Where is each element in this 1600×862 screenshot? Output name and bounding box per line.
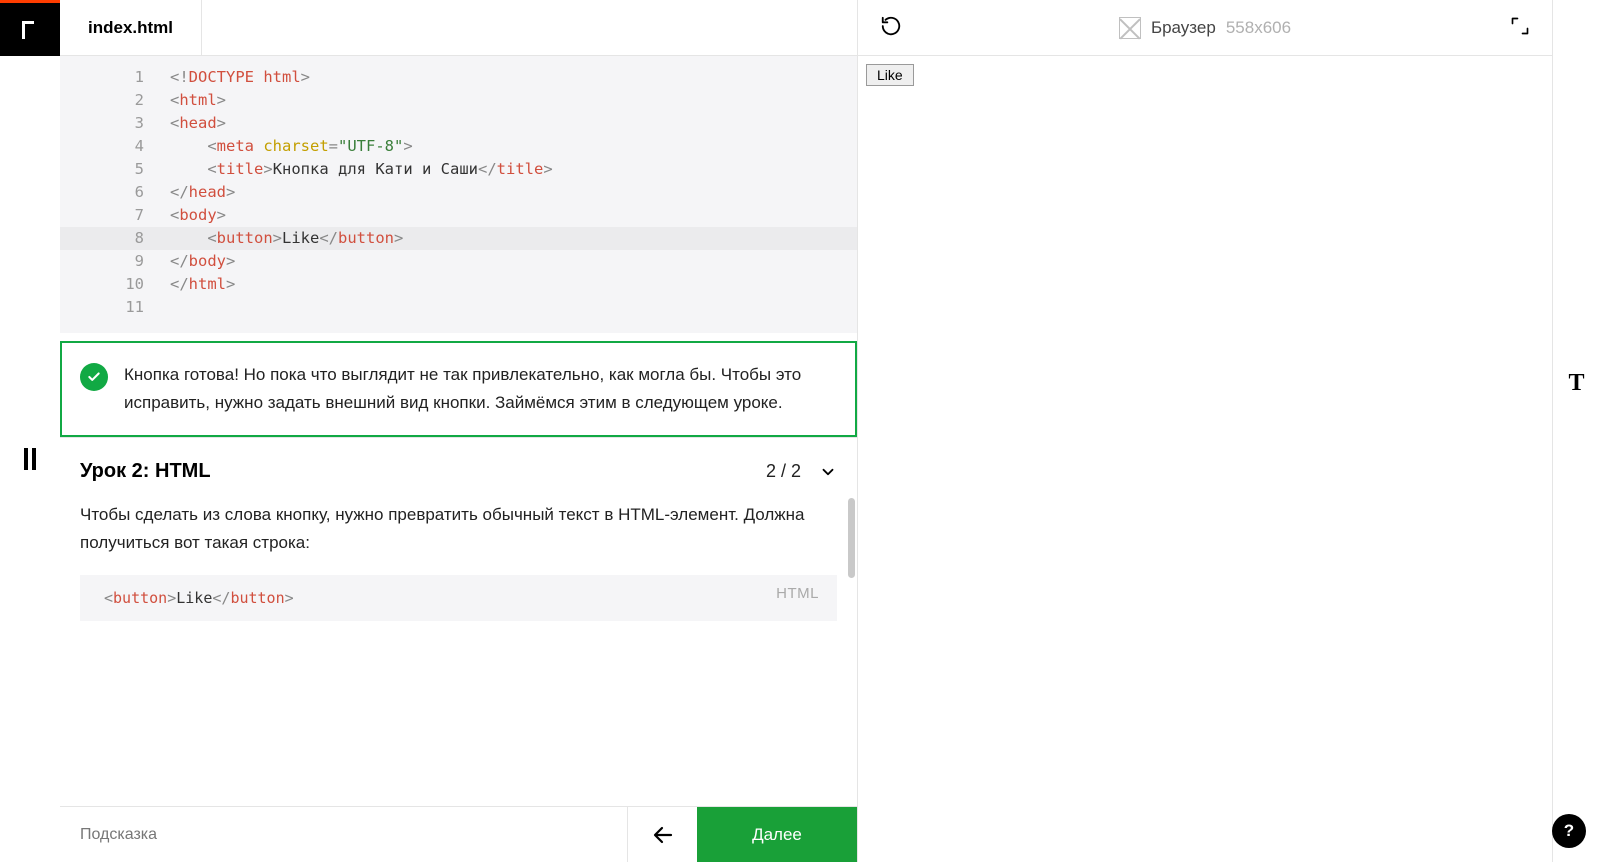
preview-column: Браузер 558x606 Like xyxy=(858,0,1552,862)
lesson-progress[interactable]: 2 / 2 xyxy=(766,461,837,482)
hint-label: Подсказка xyxy=(80,826,157,844)
preview-header: Браузер 558x606 xyxy=(858,0,1552,56)
success-message: Кнопка готова! Но пока что выглядит не т… xyxy=(60,341,857,437)
check-icon xyxy=(80,363,108,391)
code-line[interactable]: 2<html> xyxy=(60,89,857,112)
code-line[interactable]: 4 <meta charset="UTF-8"> xyxy=(60,135,857,158)
file-tab-label: index.html xyxy=(88,18,173,38)
preview-like-button[interactable]: Like xyxy=(866,64,914,86)
hint-button[interactable]: Подсказка xyxy=(60,807,627,862)
code-line[interactable]: 1<!DOCTYPE html> xyxy=(60,66,857,89)
code-editor[interactable]: 1<!DOCTYPE html>2<html>3<head>4 <meta ch… xyxy=(60,56,857,333)
code-line[interactable]: 10</html> xyxy=(60,273,857,296)
next-button[interactable]: Далее xyxy=(697,807,857,862)
code-line[interactable]: 9</body> xyxy=(60,250,857,273)
pause-icon[interactable] xyxy=(24,448,36,470)
logo-icon xyxy=(18,18,42,42)
tab-bar: index.html xyxy=(60,0,857,56)
code-line[interactable]: 3<head> xyxy=(60,112,857,135)
lesson-panel: Урок 2: HTML 2 / 2 Чтобы сделать из слов… xyxy=(60,437,857,806)
arrow-left-icon xyxy=(651,823,675,847)
preview-dims: 558x606 xyxy=(1226,18,1291,38)
success-text: Кнопка готова! Но пока что выглядит не т… xyxy=(124,361,833,417)
help-button[interactable]: ? xyxy=(1552,814,1586,848)
next-label: Далее xyxy=(752,825,802,845)
code-line[interactable]: 6</head> xyxy=(60,181,857,204)
code-line[interactable]: 7<body> xyxy=(60,204,857,227)
reload-icon xyxy=(880,15,902,37)
logo[interactable] xyxy=(0,0,60,56)
code-line[interactable]: 11 xyxy=(60,296,857,319)
lesson-body: Чтобы сделать из слова кнопку, нужно пре… xyxy=(80,501,837,557)
right-rail: T xyxy=(1552,0,1600,862)
preview-like-label: Like xyxy=(877,67,903,83)
lesson-title: Урок 2: HTML xyxy=(80,460,211,483)
preview-title: Браузер 558x606 xyxy=(858,17,1552,39)
code-line[interactable]: 8 <button>Like</button> xyxy=(60,227,857,250)
fullscreen-icon xyxy=(1510,16,1530,36)
code-line[interactable]: 5 <title>Кнопка для Кати и Саши</title> xyxy=(60,158,857,181)
snippet-lang: HTML xyxy=(776,585,819,602)
code-snippet: HTML <button>Like</button> xyxy=(80,575,837,621)
image-placeholder-icon xyxy=(1119,17,1141,39)
file-tab[interactable]: index.html xyxy=(60,0,202,55)
scrollbar-thumb[interactable] xyxy=(848,498,855,578)
fullscreen-button[interactable] xyxy=(1506,12,1534,43)
bottom-bar: Подсказка Далее xyxy=(60,806,857,862)
snippet-code: <button>Like</button> xyxy=(104,589,294,607)
left-rail xyxy=(0,0,60,862)
back-button[interactable] xyxy=(627,807,697,862)
reload-button[interactable] xyxy=(876,11,906,44)
chevron-down-icon xyxy=(819,463,837,481)
text-tool-button[interactable]: T xyxy=(1568,370,1584,397)
main-column: index.html 1<!DOCTYPE html>2<html>3<head… xyxy=(60,0,858,862)
preview-body: Like xyxy=(858,56,1552,862)
lesson-progress-text: 2 / 2 xyxy=(766,461,801,482)
preview-label: Браузер xyxy=(1151,18,1216,38)
